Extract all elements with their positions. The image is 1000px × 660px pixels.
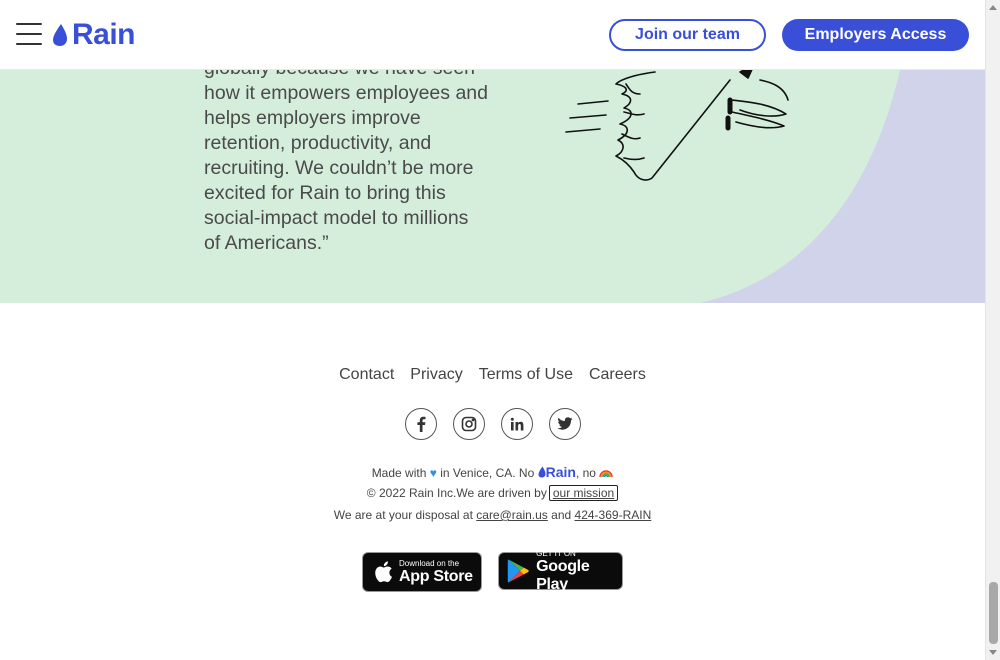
join-our-team-button[interactable]: Join our team [609, 19, 766, 51]
linkedin-icon[interactable] [500, 408, 533, 440]
and-text: and [551, 508, 572, 522]
app-store-badge[interactable]: Download on the App Store [362, 552, 482, 592]
copyright-line: © 2022 Rain Inc.We are driven by our miss… [0, 485, 985, 501]
quote-line: excited for Rain to bring this [204, 182, 446, 204]
email-link[interactable]: care@rain.us [476, 508, 548, 522]
made-with-middle: in Venice, CA. No [440, 466, 535, 480]
employers-access-button[interactable]: Employers Access [782, 19, 969, 51]
social-links [0, 408, 985, 440]
footer-link-careers[interactable]: Careers [589, 366, 646, 384]
quote-line: recruiting. We couldn’t be more [204, 157, 474, 179]
made-with-suffix: , no [575, 466, 596, 480]
app-store-badges: Download on the App Store GET IT ON Goog… [0, 548, 985, 593]
footer-nav: Contact Privacy Terms of Use Careers [0, 366, 985, 384]
top-navbar: Rain Join our team Employers Access [0, 0, 985, 70]
raindrop-icon [53, 24, 67, 46]
google-play-icon [507, 559, 529, 583]
scrollbar-thumb[interactable] [989, 582, 998, 644]
quote-line: of Americans.” [204, 232, 329, 254]
quote-line: helps employers improve [204, 107, 421, 129]
footer-link-terms[interactable]: Terms of Use [479, 366, 573, 384]
made-with-prefix: Made with [371, 466, 427, 480]
our-mission-link[interactable]: our mission [548, 485, 619, 501]
blue-heart-icon: ♥ [429, 466, 437, 480]
quote-line: retention, productivity, and [204, 132, 432, 154]
quote-line: social-impact model to millions [204, 207, 469, 229]
apple-icon [375, 561, 392, 583]
scroll-down-arrow-icon[interactable] [989, 650, 997, 655]
footer-link-contact[interactable]: Contact [339, 366, 394, 384]
page-scrollbar[interactable] [985, 0, 1000, 660]
twitter-icon[interactable] [548, 408, 581, 440]
rainbow-icon [599, 470, 614, 478]
quote-line: how it empowers employees and [204, 82, 488, 104]
mini-logo-text: Rain [545, 464, 576, 480]
instagram-icon[interactable] [452, 408, 485, 440]
made-with-line: Made with ♥ in Venice, CA. No Rain, no [0, 464, 985, 480]
facebook-icon[interactable] [404, 408, 437, 440]
contact-line: We are at your disposal at care@rain.us … [0, 508, 985, 522]
footer-link-privacy[interactable]: Privacy [410, 366, 462, 384]
raindrop-icon [538, 466, 546, 478]
page: globally because we have seen how it emp… [0, 0, 985, 660]
google-play-badge[interactable]: GET IT ON Google Play [498, 548, 623, 593]
hand-drawing-illustration [565, 64, 789, 181]
copyright-text: © 2022 Rain Inc.We are driven by [366, 486, 547, 500]
phone-link[interactable]: 424-369-RAIN [575, 508, 652, 522]
mini-rain-logo: Rain [538, 464, 576, 480]
testimonial-quote: globally because we have seen how it emp… [204, 56, 504, 256]
apple-badge-small-text: Download on the [399, 558, 460, 568]
apple-badge-big-text: App Store [399, 567, 473, 585]
hamburger-menu-icon[interactable] [16, 23, 42, 47]
rain-logo[interactable]: Rain [52, 18, 136, 51]
scroll-up-arrow-icon[interactable] [989, 5, 997, 10]
disposal-text: We are at your disposal at [333, 508, 473, 522]
logo-text: Rain [72, 18, 136, 51]
google-badge-big-text: Google Play [536, 557, 590, 593]
google-badge-small-text: GET IT ON [536, 548, 576, 558]
